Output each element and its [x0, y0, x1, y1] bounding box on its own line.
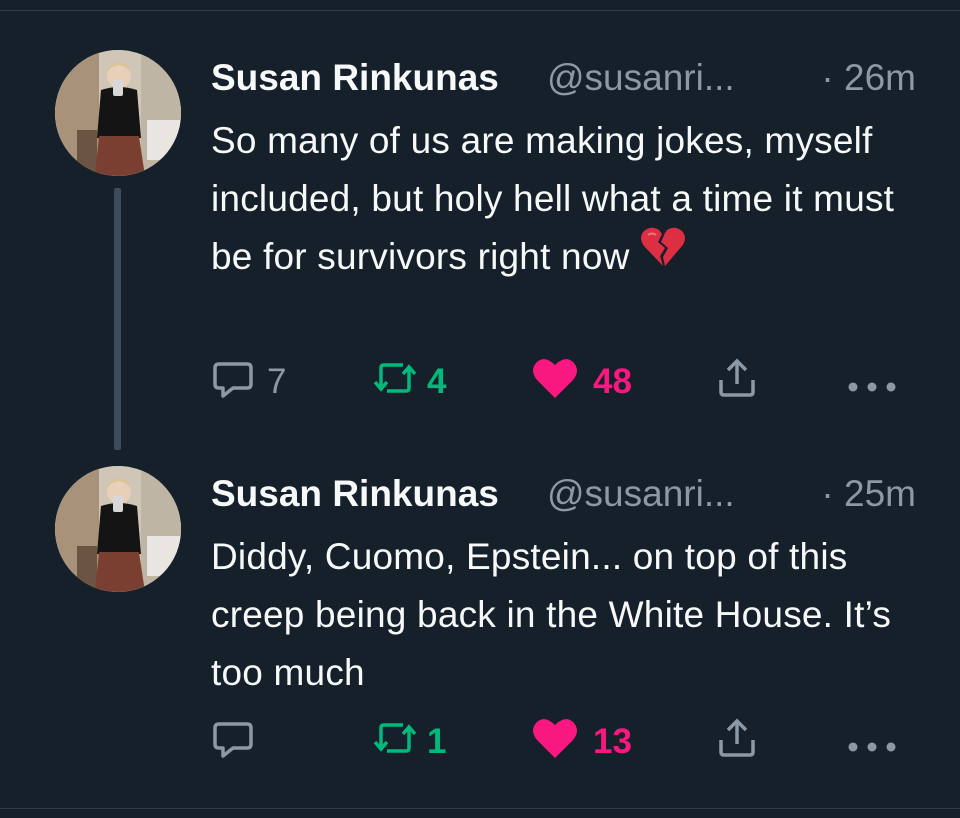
retweet-icon [371, 716, 419, 769]
like-count: 48 [593, 362, 632, 401]
reply-count: 7 [267, 362, 287, 401]
reply-icon [211, 356, 255, 409]
more-options-button[interactable] [847, 358, 897, 406]
heart-icon [531, 356, 579, 409]
reply-button[interactable]: 7 [211, 358, 286, 406]
broken-heart-emoji [640, 226, 686, 285]
author-name[interactable]: Susan Rinkunas [211, 54, 499, 102]
more-icon [847, 722, 897, 762]
tweet-text-content: So many of us are making jokes, myself i… [211, 120, 895, 277]
reply-button[interactable] [211, 718, 267, 766]
tweet-header: Susan Rinkunas @susanri... · 26m [211, 54, 916, 102]
timestamp[interactable]: · 26m [821, 54, 916, 102]
share-icon [715, 716, 759, 769]
more-icon [847, 362, 897, 402]
timestamp[interactable]: · 25m [821, 470, 916, 518]
like-button[interactable]: 13 [531, 718, 632, 766]
share-button[interactable] [715, 358, 759, 406]
reply-icon [211, 716, 255, 769]
retweet-count: 1 [427, 722, 447, 761]
more-options-button[interactable] [847, 718, 897, 766]
top-divider [0, 10, 960, 11]
like-count: 13 [593, 722, 632, 761]
retweet-count: 4 [427, 362, 447, 401]
tweet-header: Susan Rinkunas @susanri... · 25m [211, 470, 916, 518]
avatar[interactable] [55, 50, 181, 176]
bottom-divider [0, 808, 960, 809]
retweet-button[interactable]: 4 [371, 358, 446, 406]
tweet-text-content: Diddy, Cuomo, Epstein... on top of this … [211, 536, 892, 693]
tweet-text: So many of us are making jokes, myself i… [211, 112, 931, 289]
tweet-actions: 1 13 [211, 718, 911, 766]
share-icon [715, 356, 759, 409]
avatar[interactable] [55, 466, 181, 592]
thread-connector-line [114, 188, 121, 450]
heart-icon [531, 716, 579, 769]
author-handle[interactable]: @susanri... [547, 54, 735, 102]
tweet-actions: 7 4 48 [211, 358, 911, 406]
like-button[interactable]: 48 [531, 358, 632, 406]
retweet-button[interactable]: 1 [371, 718, 446, 766]
author-handle[interactable]: @susanri... [547, 470, 735, 518]
tweet-text: Diddy, Cuomo, Epstein... on top of this … [211, 528, 931, 702]
author-name[interactable]: Susan Rinkunas [211, 470, 499, 518]
retweet-icon [371, 356, 419, 409]
share-button[interactable] [715, 718, 759, 766]
